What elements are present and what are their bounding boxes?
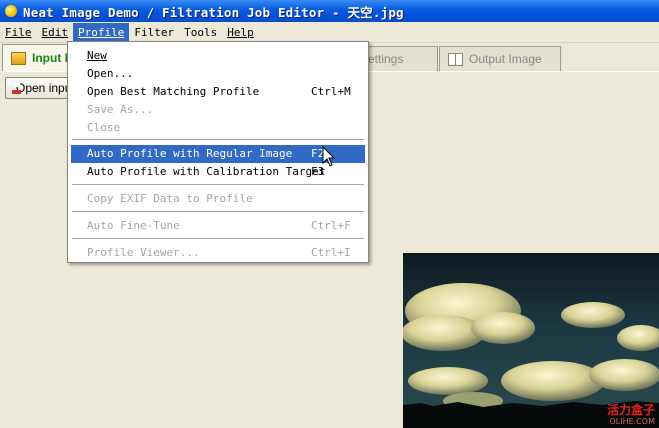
app-icon [4, 4, 18, 18]
mouse-cursor-icon [322, 146, 336, 167]
menu-item-close-label: Close [87, 121, 121, 134]
menu-item-new-label: New [87, 49, 107, 62]
menu-file[interactable]: File [0, 23, 37, 42]
menu-item-profile-viewer: Profile Viewer... Ctrl+I [71, 244, 365, 262]
menu-item-open-best-matching-shortcut: Ctrl+M [311, 85, 351, 98]
menu-item-save-as: Save As... [71, 101, 365, 119]
menu-separator [72, 238, 364, 240]
open-input-image-button[interactable]: Open input image [5, 77, 75, 99]
menu-item-profile-viewer-label: Profile Viewer... [87, 246, 200, 259]
output-image-icon [448, 52, 463, 66]
menu-item-close: Close [71, 119, 365, 137]
menu-item-auto-fine-tune-label: Auto Fine-Tune [87, 219, 180, 232]
menu-separator [72, 184, 364, 186]
menu-help[interactable]: Help [222, 23, 259, 42]
menu-tools-label: Tools [184, 25, 218, 39]
menu-item-auto-profile-calibration-label: Auto Profile with Calibration Target [87, 165, 326, 178]
menu-item-auto-fine-tune-shortcut: Ctrl+F [311, 219, 351, 232]
menu-item-auto-profile-regular-label: Auto Profile with Regular Image [87, 147, 293, 160]
watermark-sub: OLIHE.COM [609, 417, 655, 426]
menu-item-auto-profile-calibration[interactable]: Auto Profile with Calibration Target F3 [71, 163, 365, 181]
menu-item-open-best-matching[interactable]: Open Best Matching Profile Ctrl+M [71, 83, 365, 101]
watermark-main: 活力盒子 [606, 403, 655, 417]
tab-output-image[interactable]: Output Image [439, 46, 561, 71]
menu-file-label: File [5, 25, 32, 39]
menu-separator [72, 139, 364, 141]
title-bar[interactable]: Neat Image Demo / Filtration Job Editor … [0, 0, 659, 22]
menu-filter-label: Filter [134, 25, 175, 39]
input-image-icon [11, 51, 26, 65]
menu-bar: File Edit Profile Filter Tools Help [0, 22, 659, 43]
tab-output-image-label: Output Image [469, 52, 542, 66]
menu-item-auto-fine-tune: Auto Fine-Tune Ctrl+F [71, 217, 365, 235]
menu-item-copy-exif: Copy EXIF Data to Profile [71, 190, 365, 208]
menu-item-save-as-label: Save As... [87, 103, 154, 116]
menu-item-new[interactable]: New [71, 47, 365, 65]
menu-edit-label: Edit [41, 25, 69, 39]
menu-separator [72, 211, 364, 213]
image-preview: 活力盒子 OLIHE.COM [403, 253, 659, 428]
sky-photo [403, 253, 659, 428]
menu-profile-label: Profile [78, 25, 125, 39]
menu-filter[interactable]: Filter [129, 23, 179, 42]
menu-edit[interactable]: Edit [37, 23, 74, 42]
menu-item-copy-exif-label: Copy EXIF Data to Profile [87, 192, 253, 205]
menu-item-profile-viewer-shortcut: Ctrl+I [311, 246, 351, 259]
menu-profile[interactable]: Profile [73, 22, 130, 42]
menu-item-auto-profile-regular[interactable]: Auto Profile with Regular Image F2 [71, 145, 365, 163]
window-title: Neat Image Demo / Filtration Job Editor … [23, 4, 404, 20]
menu-help-label: Help [227, 25, 254, 39]
menu-item-open-best-matching-label: Open Best Matching Profile [87, 85, 260, 98]
watermark: 活力盒子 OLIHE.COM [606, 403, 655, 427]
menu-tools[interactable]: Tools [179, 23, 222, 42]
menu-item-open[interactable]: Open... [71, 65, 365, 83]
menu-item-open-label: Open... [87, 67, 134, 80]
